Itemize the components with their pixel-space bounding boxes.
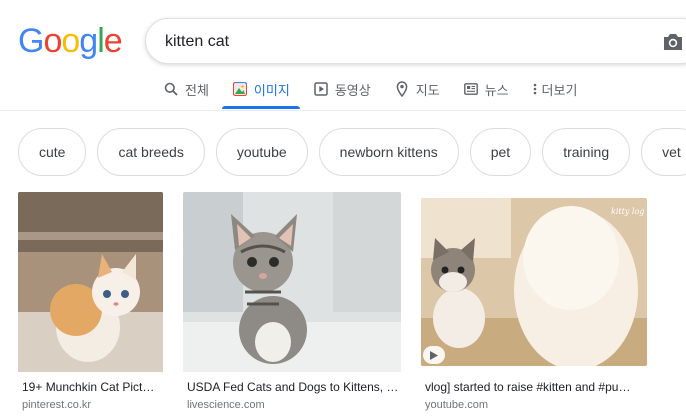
result-domain: youtube.com <box>425 399 488 411</box>
tab-label: 이미지 <box>253 82 290 98</box>
tab-label: 지도 <box>415 82 440 98</box>
result-domain: livescience.com <box>187 399 265 411</box>
google-image-search-page: Google 전체 이미지 동영상 <box>0 0 686 417</box>
result-thumbnail[interactable] <box>18 192 163 372</box>
search-icon <box>163 81 179 97</box>
result-title[interactable]: USDA Fed Cats and Dogs to Kittens, … <box>187 380 399 394</box>
chip-youtube[interactable]: youtube <box>215 128 308 176</box>
more-vert-icon <box>532 81 538 97</box>
result-title[interactable]: 19+ Munchkin Cat Pict… <box>22 380 162 394</box>
chip-training[interactable]: training <box>542 128 631 176</box>
chip-vet[interactable]: vet <box>641 128 686 176</box>
result-domain: pinterest.co.kr <box>22 399 92 411</box>
google-logo[interactable]: Google <box>18 22 123 61</box>
map-pin-icon <box>394 81 410 97</box>
chip-pet[interactable]: pet <box>469 128 532 176</box>
chip-newborn-kittens[interactable]: newborn kittens <box>318 128 459 176</box>
tab-more[interactable]: 더보기 <box>532 78 578 100</box>
header-divider <box>0 110 686 111</box>
image-icon <box>232 81 248 97</box>
tab-images[interactable]: 이미지 <box>221 78 300 109</box>
tab-label: 더보기 <box>541 82 578 98</box>
chip-cute[interactable]: cute <box>18 128 87 176</box>
tab-videos[interactable]: 동영상 <box>313 78 371 100</box>
result-thumbnail[interactable] <box>183 192 401 372</box>
tab-label: 동영상 <box>334 82 371 98</box>
image-results-grid: 19+ Munchkin Cat Pict… pinterest.co.kr U… <box>0 190 686 417</box>
result-title[interactable]: vlog] started to raise #kitten and #pu… <box>425 380 645 394</box>
search-input[interactable] <box>165 30 625 54</box>
camera-search-icon[interactable] <box>661 31 685 53</box>
news-icon <box>463 81 479 97</box>
play-icon <box>423 346 445 364</box>
svg-text:kitty log: kitty log <box>611 207 644 216</box>
tab-all[interactable]: 전체 <box>163 78 209 100</box>
tab-news[interactable]: 뉴스 <box>463 78 509 100</box>
result-thumbnail[interactable]: kitty log <box>421 198 647 366</box>
tab-label: 뉴스 <box>484 82 509 98</box>
tab-maps[interactable]: 지도 <box>394 78 440 100</box>
chip-cat-breeds[interactable]: cat breeds <box>97 128 205 176</box>
search-tabs: 전체 이미지 동영상 지도 뉴스 더보기 <box>163 78 600 112</box>
tab-label: 전체 <box>185 82 209 98</box>
related-search-chips: cute cat breeds youtube newborn kittens … <box>18 128 686 176</box>
search-box[interactable] <box>145 18 686 64</box>
video-icon <box>313 81 329 97</box>
